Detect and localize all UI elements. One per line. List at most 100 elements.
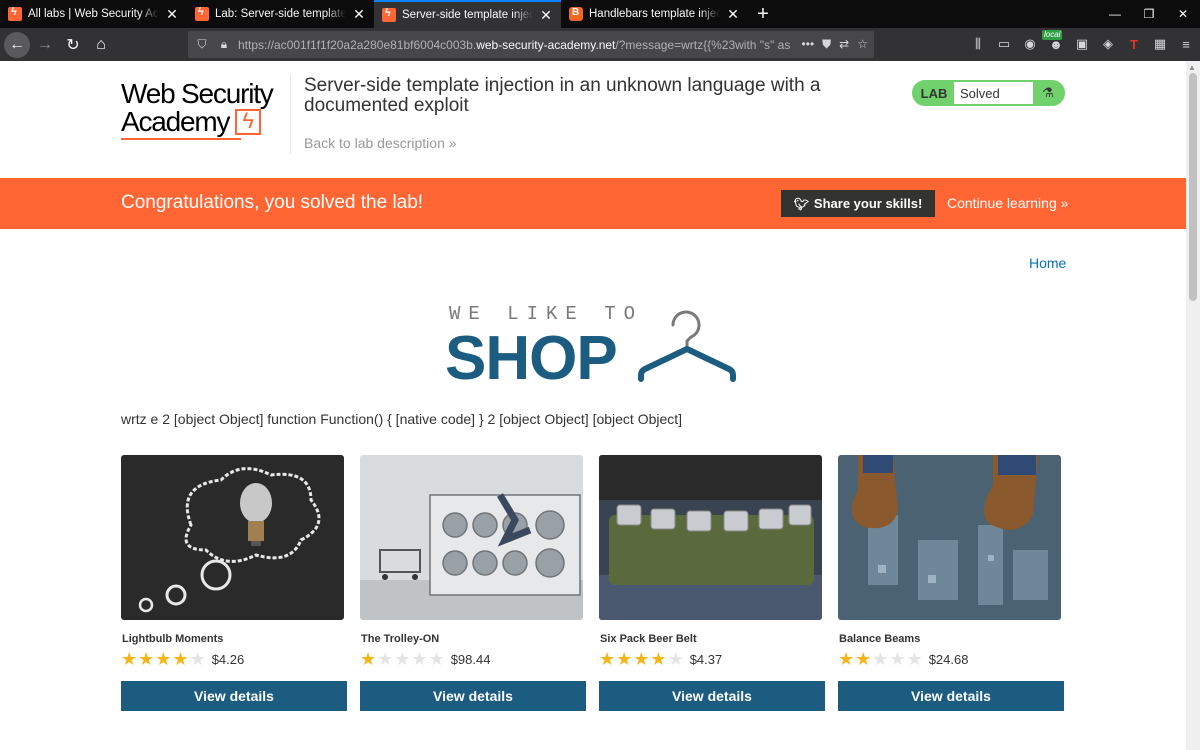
new-tab-icon[interactable]: + (748, 0, 778, 28)
forward-arrow-icon[interactable]: → (32, 32, 58, 58)
continue-learning-link[interactable]: Continue learning » (947, 195, 1068, 211)
star-filled-icon: ★ (633, 649, 650, 669)
star-filled-icon: ★ (138, 649, 155, 669)
product-price: $24.68 (928, 651, 969, 667)
product-price: $98.44 (450, 651, 491, 667)
home-icon[interactable]: ⌂ (88, 32, 114, 58)
home-link[interactable]: Home (1029, 255, 1066, 271)
product-price: $4.37 (689, 651, 723, 667)
tab-title: Handlebars template injection (589, 8, 720, 20)
view-details-button[interactable]: View details (121, 681, 347, 711)
star-filled-icon: ★ (616, 649, 633, 669)
product-name: Balance Beams (839, 633, 921, 645)
star-filled-icon: ★ (838, 649, 855, 669)
star-filled-icon: ★ (360, 649, 377, 669)
we-like-to-shop-logo: WE LIKE TO SHOP (445, 301, 745, 393)
window-controls: — ❐ ✕ (1098, 0, 1200, 28)
product-name: Lightbulb Moments (122, 633, 224, 645)
web-security-academy-logo[interactable]: Web Security Academy (121, 80, 291, 140)
star-empty-icon: ★ (394, 649, 411, 669)
star-rating: ★ ★ ★ ★ ★ $4.26 (121, 649, 244, 669)
star-filled-icon: ★ (599, 649, 616, 669)
library-icon[interactable]: ⫼ (968, 32, 988, 56)
lightning-bolt-icon (235, 107, 262, 135)
view-details-button[interactable]: View details (599, 681, 825, 711)
lab-status-value: Solved (954, 82, 1033, 104)
burp-favicon-icon (195, 6, 209, 21)
star-empty-icon: ★ (889, 649, 906, 669)
close-tab-icon[interactable]: ✕ (165, 7, 179, 21)
tab-title: Lab: Server-side template injec (215, 8, 346, 20)
star-rating: ★ ★ ★ ★ ★ $24.68 (838, 649, 968, 669)
pocket-icon[interactable]: ⛊ (822, 37, 831, 52)
share-skills-button[interactable]: 🐦︎ Share your skills! (781, 190, 935, 217)
lab-status-label: LAB (920, 85, 948, 101)
star-filled-icon: ★ (121, 649, 138, 669)
translate-icon[interactable]: ⇄ (839, 37, 849, 52)
extension-foxy-icon[interactable]: ☻ local (1042, 30, 1066, 56)
extension-translate-icon[interactable]: ▣ (1072, 32, 1092, 56)
congratulations-message: Congratulations, you solved the lab! (121, 192, 424, 213)
solved-banner: Congratulations, you solved the lab! 🐦︎ … (0, 178, 1186, 229)
back-arrow-icon[interactable]: ← (4, 31, 30, 58)
product-card: The Trolley-ON ★ ★ ★ ★ ★ $98.44 View details (360, 455, 586, 711)
product-image-beer-belt[interactable] (599, 455, 822, 620)
product-price: $4.26 (211, 651, 245, 667)
product-name: The Trolley-ON (361, 633, 440, 645)
browser-tab[interactable]: Handlebars template injection ✕ (561, 0, 748, 28)
extension-t-icon[interactable]: T (1124, 32, 1144, 56)
flask-icon: ⚗ (1042, 85, 1054, 100)
menu-hamburger-icon[interactable]: ≡ (1176, 32, 1196, 56)
view-details-button[interactable]: View details (838, 681, 1064, 711)
star-filled-icon: ★ (855, 649, 872, 669)
product-name: Six Pack Beer Belt (600, 633, 697, 645)
url-text[interactable]: https://ac001f1f1f20a2a280e81bf6004c003b… (238, 38, 794, 52)
page-actions-icon[interactable]: ••• (802, 37, 815, 52)
tab-title: All labs | Web Security Academ (28, 8, 159, 20)
scroll-up-icon[interactable]: ▲ (1188, 63, 1196, 72)
close-tab-icon[interactable]: ✕ (352, 7, 366, 21)
restore-icon[interactable]: ❐ (1132, 0, 1166, 28)
reload-icon[interactable]: ↻ (60, 32, 86, 58)
account-icon[interactable]: ◉ (1020, 32, 1040, 56)
star-empty-icon: ★ (872, 649, 889, 669)
address-bar[interactable]: ⛉ 🔒︎ https://ac001f1f1f20a2a280e81bf6004… (188, 31, 874, 58)
product-card: Lightbulb Moments ★ ★ ★ ★ ★ $4.26 View detail… (121, 455, 347, 711)
star-filled-icon: ★ (155, 649, 172, 669)
tracking-shield-icon[interactable]: ⛉ (194, 37, 210, 52)
view-details-button[interactable]: View details (360, 681, 586, 711)
browser-tab[interactable]: Lab: Server-side template injec ✕ (187, 0, 374, 28)
back-to-lab-description-link[interactable]: Back to lab description » (304, 135, 457, 151)
product-image-balance-beams[interactable] (838, 455, 1061, 620)
star-filled-icon: ★ (650, 649, 667, 669)
divider (290, 76, 291, 154)
close-window-icon[interactable]: ✕ (1166, 0, 1200, 28)
minimize-icon[interactable]: — (1098, 0, 1132, 28)
star-rating: ★ ★ ★ ★ ★ $98.44 (360, 649, 490, 669)
blogger-favicon-icon (569, 7, 583, 21)
lab-title: Server-side template injection in an unk… (304, 75, 821, 116)
product-image-trolley[interactable] (360, 455, 583, 620)
page-viewport: Web Security Academy Server-side templat… (0, 61, 1186, 750)
close-tab-icon[interactable]: ✕ (726, 7, 740, 21)
tab-strip: All labs | Web Security Academ ✕ Lab: Se… (0, 0, 1200, 28)
browser-tab-active[interactable]: Server-side template injection ✕ (374, 0, 561, 28)
close-tab-icon[interactable]: ✕ (539, 8, 553, 22)
star-empty-icon: ★ (189, 649, 206, 669)
twitter-icon: 🐦︎ (793, 196, 809, 211)
browser-tab[interactable]: All labs | Web Security Academ ✕ (0, 0, 187, 28)
academy-header: Web Security Academy Server-side templat… (121, 76, 1065, 156)
product-image-lightbulb[interactable] (121, 455, 344, 620)
extensions-grid-icon[interactable]: ▦ (1150, 32, 1170, 56)
scrollbar-thumb[interactable] (1189, 73, 1197, 301)
hanger-icon (638, 310, 736, 382)
sidebar-icon[interactable]: ▭ (994, 32, 1014, 56)
lock-icon[interactable]: 🔒︎ (216, 37, 232, 52)
tab-title: Server-side template injection (402, 9, 533, 21)
star-empty-icon: ★ (377, 649, 394, 669)
bookmark-star-icon[interactable]: ☆ (857, 37, 868, 52)
extension-wappalyzer-icon[interactable]: ◈ (1098, 32, 1118, 56)
burp-favicon-icon (8, 6, 22, 21)
vertical-scrollbar[interactable]: ▲ (1186, 61, 1200, 750)
burp-favicon-icon (382, 7, 396, 22)
